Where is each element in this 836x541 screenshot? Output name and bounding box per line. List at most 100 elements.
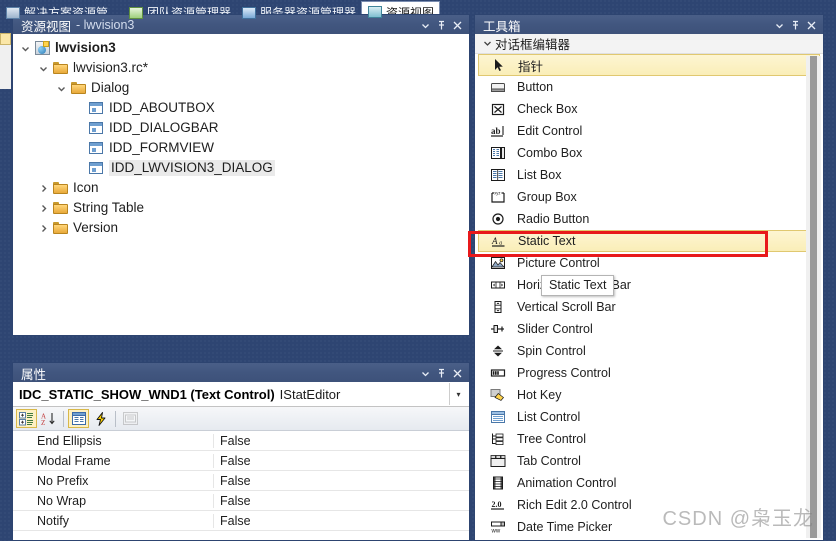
chevron-down-icon[interactable] — [17, 40, 33, 56]
toolbox-item[interactable]: Tree Control — [475, 428, 823, 450]
pin-icon[interactable] — [433, 365, 449, 381]
chevron-right-icon[interactable] — [35, 180, 51, 196]
group-box-icon: xyz — [483, 190, 513, 204]
events-button[interactable] — [90, 409, 111, 428]
property-row[interactable]: End Ellipsis False — [13, 431, 469, 451]
toolbox-item-label: Animation Control — [517, 476, 617, 490]
toolbox-item-label: Slider Control — [517, 322, 593, 336]
property-row[interactable]: Notify False — [13, 511, 469, 531]
property-value[interactable]: False — [213, 453, 469, 468]
tree-node[interactable]: Icon — [13, 178, 469, 198]
folder-icon — [51, 180, 69, 196]
property-value[interactable]: False — [213, 493, 469, 508]
property-row[interactable]: No Wrap False — [13, 491, 469, 511]
toolbox-item[interactable]: ab Edit Control — [475, 120, 823, 142]
tree-node[interactable]: Dialog — [13, 78, 469, 98]
toolbox-item[interactable]: 指针 — [478, 54, 820, 76]
property-row[interactable]: No Prefix False — [13, 471, 469, 491]
toolbox-scrollbar-thumb[interactable] — [810, 56, 817, 538]
team-explorer-icon — [128, 6, 144, 20]
vs-ide-background: 资源视图 - lwvision3 lwvision3 lwvision3.rc* D… — [0, 0, 836, 541]
property-name: Modal Frame — [37, 453, 111, 468]
svg-text:ww: ww — [491, 529, 501, 535]
tree-control-icon — [483, 432, 513, 446]
svg-text:xyz: xyz — [494, 191, 500, 196]
dialog-icon — [87, 160, 105, 176]
resource-view-icon — [367, 5, 383, 19]
chevron-down-icon[interactable] — [417, 17, 433, 33]
properties-object-selector[interactable]: IDC_STATIC_SHOW_WND1 (Text Control) ISta… — [13, 382, 469, 407]
toolbox-item-label: Spin Control — [517, 344, 586, 358]
chevron-down-icon[interactable] — [35, 60, 51, 76]
toolbox-item[interactable]: List Control — [475, 406, 823, 428]
button-icon — [483, 80, 513, 94]
properties-grid[interactable]: End Ellipsis False Modal Frame False No Pref… — [13, 431, 469, 531]
tree-node[interactable]: lwvision3.rc* — [13, 58, 469, 78]
toolbox-item[interactable]: Progress Control — [475, 362, 823, 384]
toolbox-item[interactable]: ww Date Time Picker — [475, 516, 823, 538]
tree-node[interactable]: lwvision3 — [13, 38, 469, 58]
chevron-right-icon[interactable] — [35, 220, 51, 236]
tree-node-label: lwvision3 — [55, 40, 116, 55]
close-icon[interactable] — [803, 17, 819, 33]
pin-icon[interactable] — [787, 17, 803, 33]
close-icon[interactable] — [449, 365, 465, 381]
tree-node[interactable]: IDD_FORMVIEW — [13, 138, 469, 158]
left-dock-panel-edge — [0, 45, 11, 89]
chevron-down-icon[interactable] — [417, 365, 433, 381]
toolbox-item[interactable]: Tab Control — [475, 450, 823, 472]
property-name: Notify — [37, 513, 69, 528]
dialog-icon — [87, 100, 105, 116]
tree-node[interactable]: IDD_LWVISION3_DIALOG — [13, 158, 469, 178]
toolbox-item[interactable]: Spin Control — [475, 340, 823, 362]
toolbox-item-label: Tree Control — [517, 432, 587, 446]
close-icon[interactable] — [449, 17, 465, 33]
toolbox-item-label: Check Box — [517, 102, 578, 116]
toolbox-item-list[interactable]: 指针 Button Check Box ab Edit Control Combo Box… — [475, 54, 823, 538]
chevron-down-icon[interactable] — [53, 80, 69, 96]
toolbox-item[interactable]: xyz Group Box — [475, 186, 823, 208]
toolbox-item[interactable]: Aa Static Text — [478, 230, 820, 252]
tree-node[interactable]: String Table — [13, 198, 469, 218]
toolbox-item[interactable]: Picture Control — [475, 252, 823, 274]
toolbox-item[interactable]: Radio Button — [475, 208, 823, 230]
tree-node-label: String Table — [73, 200, 145, 215]
tree-node-label: Dialog — [91, 80, 130, 95]
property-value[interactable]: False — [213, 473, 469, 488]
properties-object-dropdown-icon[interactable]: ▾ — [449, 383, 467, 405]
properties-object-type: IStatEditor — [279, 386, 341, 402]
chevron-down-icon[interactable] — [771, 17, 787, 33]
categorized-button[interactable] — [16, 409, 37, 428]
toolbox-scrollbar[interactable] — [806, 56, 821, 538]
toolbox-item[interactable]: Hot Key — [475, 384, 823, 406]
svg-text:ab: ab — [491, 126, 501, 136]
property-pages-button[interactable] — [120, 409, 141, 428]
toolbox-group-dialog-editor[interactable]: 对话框编辑器 — [475, 34, 823, 54]
chevron-right-icon[interactable] — [35, 200, 51, 216]
dialog-icon — [87, 120, 105, 136]
toolbox-item[interactable]: Vertical Scroll Bar — [475, 296, 823, 318]
hot-key-icon — [483, 388, 513, 402]
toolbox-group-label: 对话框编辑器 — [495, 38, 571, 52]
toolbox-item[interactable]: Animation Control — [475, 472, 823, 494]
properties-button[interactable] — [68, 409, 89, 428]
toolbox-item[interactable]: Check Box — [475, 98, 823, 120]
checkbox-icon — [483, 102, 513, 116]
property-value[interactable]: False — [213, 513, 469, 528]
alphabetical-button[interactable]: A Z — [38, 409, 59, 428]
tree-node[interactable]: IDD_ABOUTBOX — [13, 98, 469, 118]
property-value[interactable]: False — [213, 433, 469, 448]
toolbox-item[interactable]: Slider Control — [475, 318, 823, 340]
tree-node[interactable]: IDD_DIALOGBAR — [13, 118, 469, 138]
toolbox-item[interactable]: Button — [475, 76, 823, 98]
tree-node[interactable]: Version — [13, 218, 469, 238]
toolbox-item[interactable]: 2.0 Rich Edit 2.0 Control — [475, 494, 823, 516]
toolbox-item[interactable]: Combo Box — [475, 142, 823, 164]
left-dock-tab-marker[interactable] — [0, 33, 11, 45]
property-row[interactable]: Modal Frame False — [13, 451, 469, 471]
toolbox-item[interactable]: Horizontal Scroll Bar — [475, 274, 823, 296]
pin-icon[interactable] — [433, 17, 449, 33]
toolbox-body: 对话框编辑器 指针 Button Check Box ab Edit Control Co… — [474, 34, 824, 541]
toolbox-item[interactable]: List Box — [475, 164, 823, 186]
resource-tree[interactable]: lwvision3 lwvision3.rc* Dialog IDD_ABOUTBOX… — [13, 34, 469, 238]
